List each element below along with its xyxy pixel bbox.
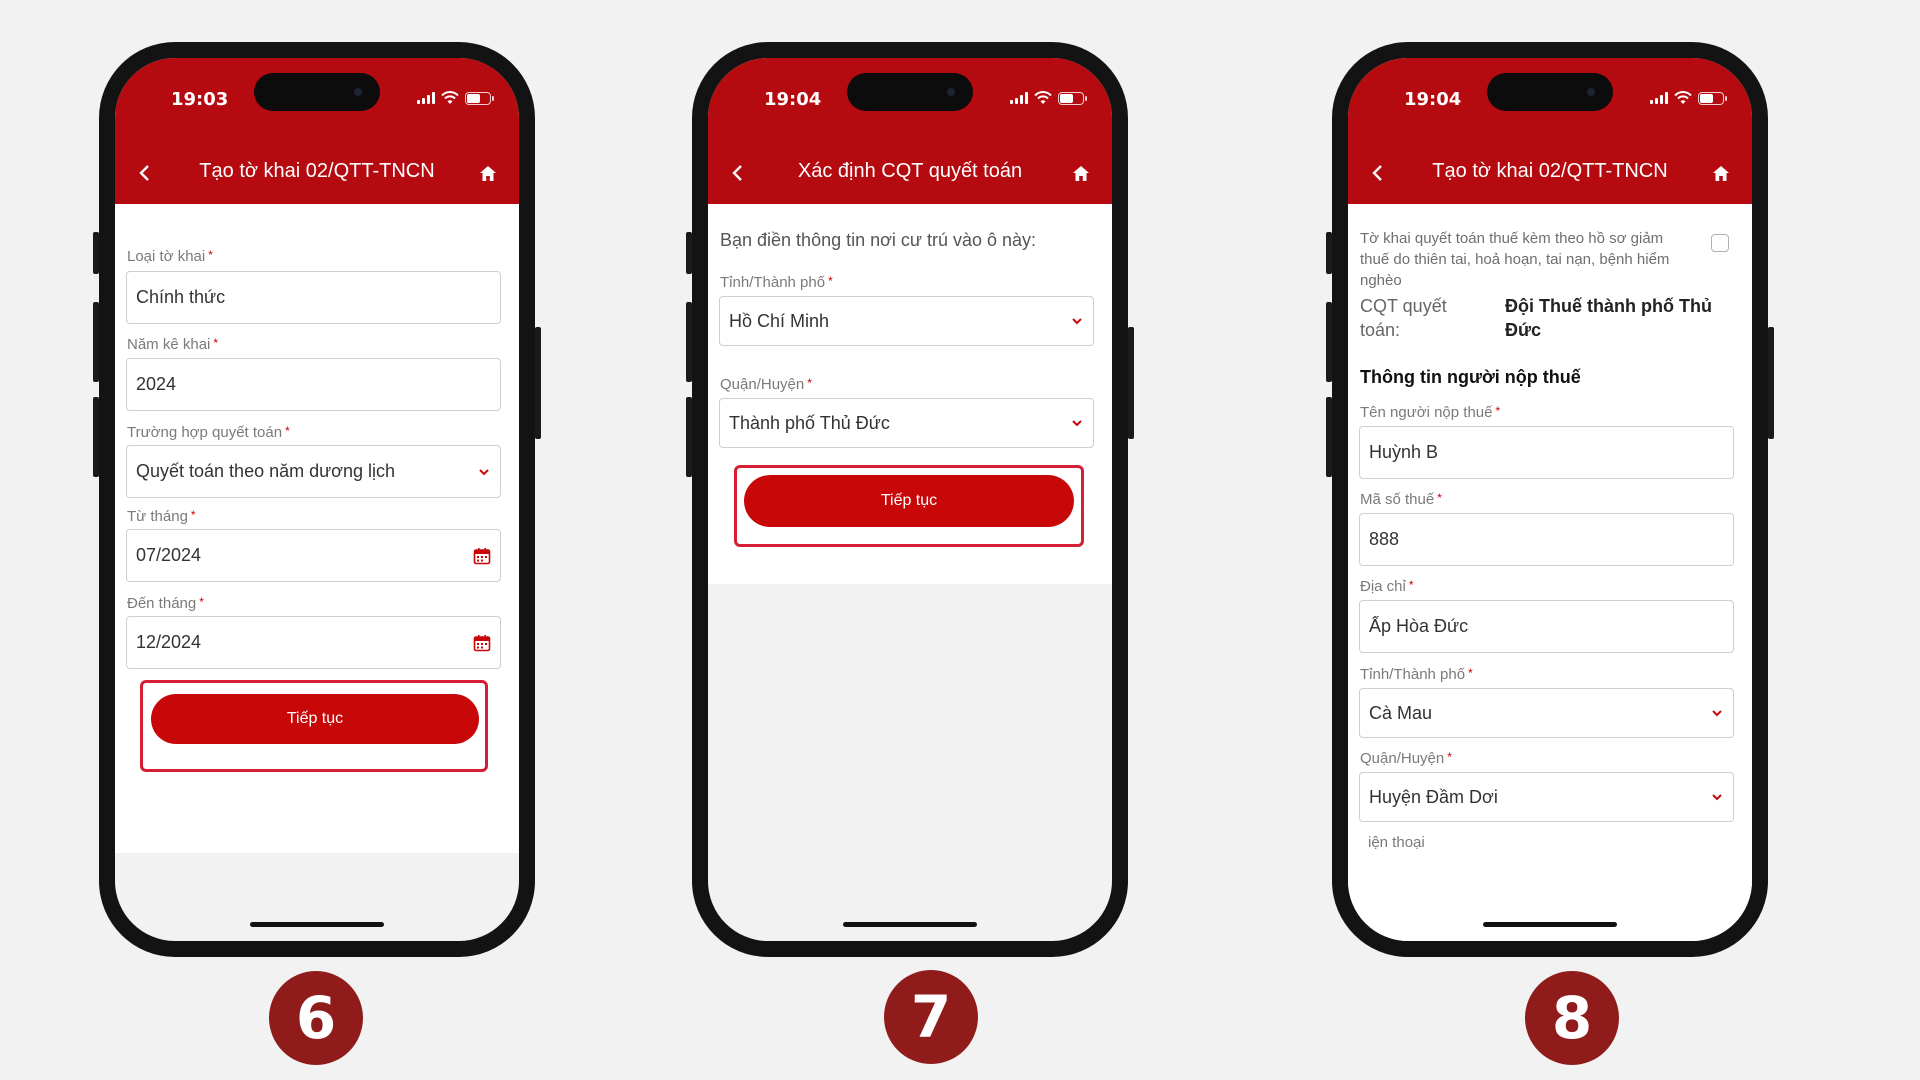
dynamic-island bbox=[1487, 73, 1613, 111]
field-label: Tỉnh/Thành phố * bbox=[1360, 666, 1473, 683]
field-label: Đến tháng * bbox=[127, 595, 204, 612]
disaster-exemption-note: Tờ khai quyết toán thuế kèm theo hồ sơ g… bbox=[1360, 230, 1670, 289]
status-time: 19:04 bbox=[764, 89, 822, 110]
declaration-type-input[interactable]: Chính thức bbox=[126, 271, 501, 324]
to-month-input[interactable]: 12/2024 bbox=[126, 616, 501, 669]
phone-step-8: 19:04 Tạo tờ khai 02/QTT-TNCN Tờ khai qu… bbox=[1326, 42, 1774, 957]
step-badge: 8 bbox=[1525, 971, 1619, 1065]
home-button[interactable] bbox=[1068, 160, 1094, 186]
status-bar: 19:04 bbox=[708, 58, 1112, 142]
wifi-icon bbox=[1034, 91, 1052, 104]
back-button[interactable] bbox=[724, 160, 750, 186]
district-select[interactable]: Huyện Đầm Dơi bbox=[1359, 772, 1734, 822]
chevron-left-icon bbox=[732, 165, 742, 181]
navbar: Tạo tờ khai 02/QTT-TNCN bbox=[115, 142, 519, 204]
home-button[interactable] bbox=[1708, 160, 1734, 186]
form-panel: Tờ khai quyết toán thuế kèm theo hồ sơ g… bbox=[1348, 204, 1752, 941]
home-icon bbox=[480, 165, 496, 181]
year-input[interactable]: 2024 bbox=[126, 358, 501, 411]
section-title: Thông tin người nộp thuế bbox=[1360, 367, 1581, 387]
phone-step-7: 19:04 Xác định CQT quyết toán Bạn điền t… bbox=[686, 42, 1134, 957]
from-month-input[interactable]: 07/2024 bbox=[126, 529, 501, 582]
home-indicator[interactable] bbox=[843, 922, 977, 927]
signal-icon bbox=[417, 92, 435, 104]
back-button[interactable] bbox=[131, 160, 157, 186]
tax-code-input[interactable]: 888 bbox=[1359, 513, 1734, 566]
chevron-down-icon bbox=[1712, 794, 1722, 801]
cqt-value: Đội Thuế thành phố Thủ Đức bbox=[1505, 296, 1712, 340]
chevron-down-icon bbox=[1712, 710, 1722, 717]
home-button[interactable] bbox=[475, 160, 501, 186]
home-icon bbox=[1073, 165, 1089, 181]
battery-icon bbox=[1058, 91, 1087, 105]
phone-screen: 19:04 Xác định CQT quyết toán Bạn điền t… bbox=[708, 58, 1112, 941]
chevron-down-icon bbox=[1072, 318, 1082, 325]
field-label: Quận/Huyện * bbox=[720, 376, 812, 393]
settlement-case-select[interactable]: Quyết toán theo năm dương lịch bbox=[126, 445, 501, 498]
field-label: Quận/Huyện * bbox=[1360, 750, 1452, 767]
form-panel: Bạn điền thông tin nơi cư trú vào ô này:… bbox=[708, 204, 1112, 584]
status-time: 19:03 bbox=[171, 89, 229, 110]
page-title: Tạo tờ khai 02/QTT-TNCN bbox=[199, 160, 435, 182]
navbar: Xác định CQT quyết toán bbox=[708, 142, 1112, 204]
phone-screen: 19:04 Tạo tờ khai 02/QTT-TNCN Tờ khai qu… bbox=[1348, 58, 1752, 941]
page-title: Tạo tờ khai 02/QTT-TNCN bbox=[1432, 160, 1668, 182]
signal-icon bbox=[1650, 92, 1668, 104]
battery-icon bbox=[1698, 91, 1727, 105]
instruction-text: Bạn điền thông tin nơi cư trú vào ô này: bbox=[720, 230, 1037, 250]
step-badge: 7 bbox=[884, 970, 978, 1064]
signal-icon bbox=[1010, 92, 1028, 104]
disaster-exemption-checkbox[interactable] bbox=[1711, 234, 1729, 252]
field-label: Năm kê khai * bbox=[127, 336, 219, 353]
home-indicator[interactable] bbox=[250, 922, 384, 927]
calendar-icon[interactable] bbox=[473, 547, 491, 565]
chevron-down-icon bbox=[479, 468, 489, 475]
province-select[interactable]: Cà Mau bbox=[1359, 688, 1734, 738]
phone-step-6: 19:03 Tạo tờ khai 02/QTT-TNCN Loại tờ kh… bbox=[93, 42, 541, 957]
wifi-icon bbox=[441, 91, 459, 104]
continue-button[interactable]: Tiếp tục bbox=[744, 475, 1074, 527]
battery-icon bbox=[465, 91, 494, 105]
back-button[interactable] bbox=[1364, 160, 1390, 186]
continue-button[interactable]: Tiếp tục bbox=[151, 694, 479, 744]
dynamic-island bbox=[254, 73, 380, 111]
home-indicator[interactable] bbox=[1483, 922, 1617, 927]
chevron-left-icon bbox=[139, 165, 149, 181]
field-label: Từ tháng * bbox=[127, 508, 196, 525]
home-icon bbox=[1713, 165, 1729, 181]
field-label: Tên người nộp thuế * bbox=[1360, 404, 1501, 421]
field-label: Mã số thuế * bbox=[1360, 491, 1442, 508]
navbar: Tạo tờ khai 02/QTT-TNCN bbox=[1348, 142, 1752, 204]
taxpayer-name-input[interactable]: Huỳnh B bbox=[1359, 426, 1734, 479]
address-input[interactable]: Ấp Hòa Đức bbox=[1359, 600, 1734, 653]
status-time: 19:04 bbox=[1404, 89, 1462, 110]
field-label: Trường hợp quyết toán * bbox=[127, 424, 290, 441]
phone-screen: 19:03 Tạo tờ khai 02/QTT-TNCN Loại tờ kh… bbox=[115, 58, 519, 941]
chevron-down-icon bbox=[1072, 420, 1082, 427]
status-bar: 19:03 bbox=[115, 58, 519, 142]
step-badge: 6 bbox=[269, 971, 363, 1065]
phone-field-label: iện thoại bbox=[1368, 834, 1425, 851]
form-panel: Loại tờ khai * Chính thức Năm kê khai * 20… bbox=[115, 204, 519, 853]
dynamic-island bbox=[847, 73, 973, 111]
wifi-icon bbox=[1674, 91, 1692, 104]
field-label: Địa chỉ * bbox=[1360, 578, 1414, 595]
page-title: Xác định CQT quyết toán bbox=[797, 160, 1023, 182]
district-select[interactable]: Thành phố Thủ Đức bbox=[719, 398, 1094, 448]
chevron-left-icon bbox=[1372, 165, 1382, 181]
status-bar: 19:04 bbox=[1348, 58, 1752, 142]
field-label: Tỉnh/Thành phố * bbox=[720, 274, 833, 291]
cqt-label: CQT quyết toán: bbox=[1360, 296, 1447, 340]
field-label: Loại tờ khai * bbox=[127, 248, 213, 265]
province-select[interactable]: Hồ Chí Minh bbox=[719, 296, 1094, 346]
calendar-icon[interactable] bbox=[473, 634, 491, 652]
